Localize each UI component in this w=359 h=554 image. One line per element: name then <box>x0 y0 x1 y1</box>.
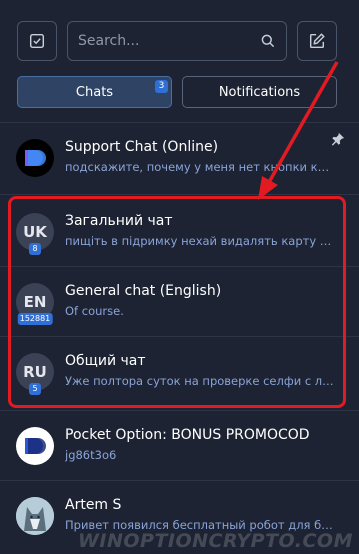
chat-title: Pocket Option: BONUS PROMOCOD <box>65 427 310 443</box>
chats-count-badge: 3 <box>155 80 168 93</box>
tab-bar: Chats 3 Notifications <box>17 76 337 108</box>
avatar: RU 5 <box>16 353 54 395</box>
tab-notifications-label: Notifications <box>218 84 301 100</box>
chat-preview: Уже полтора суток на проверке селфи с ли… <box>65 374 335 388</box>
chat-title: Загальний чат <box>65 213 173 229</box>
avatar: EN 152881 <box>16 283 54 325</box>
chat-preview: jg86t3o6 <box>65 448 117 462</box>
pocket-option-logo-icon <box>25 438 46 454</box>
divider <box>0 480 359 481</box>
chat-item-bonus-promocode[interactable]: Pocket Option: BONUS PROMOCOD jg86t3o6 <box>0 412 359 480</box>
watermark: WINOPTIONCRYPTO.COM <box>77 530 353 552</box>
avatar <box>16 497 54 535</box>
chat-preview: пищіть в підримку нехай видалять карту т… <box>65 234 335 248</box>
divider <box>0 266 359 267</box>
chat-item-english[interactable]: EN 152881 General chat (English) Of cour… <box>0 268 359 336</box>
chat-title: General chat (English) <box>65 283 222 299</box>
avatar <box>16 139 54 177</box>
pocket-option-logo-icon <box>25 150 46 166</box>
chat-title: Support Chat (Online) <box>65 139 219 155</box>
chat-title: Artem S <box>65 497 122 513</box>
edit-icon <box>309 33 325 49</box>
unread-count-badge: 5 <box>29 383 41 395</box>
tab-notifications[interactable]: Notifications <box>182 76 337 108</box>
search-input[interactable] <box>78 33 260 49</box>
chat-title: Общий чат <box>65 353 146 369</box>
chat-item-ukrainian[interactable]: UK 8 Загальний чат пищіть в підримку нех… <box>0 198 359 266</box>
chat-item-support[interactable]: Support Chat (Online) подскажите, почему… <box>0 124 359 192</box>
tab-chats[interactable]: Chats 3 <box>17 76 172 108</box>
tab-chats-label: Chats <box>75 84 114 100</box>
top-bar <box>0 0 359 72</box>
avatar: UK 8 <box>16 213 54 255</box>
avatar-initials: RU <box>23 363 47 381</box>
avatar-initials: EN <box>23 293 47 311</box>
chat-preview: Of course. <box>65 304 124 318</box>
checkbox-icon <box>29 33 45 49</box>
divider <box>0 194 359 195</box>
chat-item-russian[interactable]: RU 5 Общий чат Уже полтора суток на пров… <box>0 338 359 406</box>
unread-count-badge: 152881 <box>17 313 53 325</box>
pin-icon[interactable] <box>331 132 345 146</box>
chat-preview: подскажите, почему у меня нет кнопки коп… <box>65 160 335 174</box>
search-icon[interactable] <box>260 33 276 49</box>
select-chats-button[interactable] <box>17 21 57 61</box>
divider <box>0 122 359 123</box>
wolf-avatar-icon <box>16 497 54 535</box>
avatar-initials: UK <box>23 223 47 241</box>
search-box[interactable] <box>67 21 287 61</box>
new-chat-button[interactable] <box>297 21 337 61</box>
divider <box>0 410 359 411</box>
unread-count-badge: 8 <box>29 243 41 255</box>
divider <box>0 336 359 337</box>
avatar <box>16 427 54 465</box>
